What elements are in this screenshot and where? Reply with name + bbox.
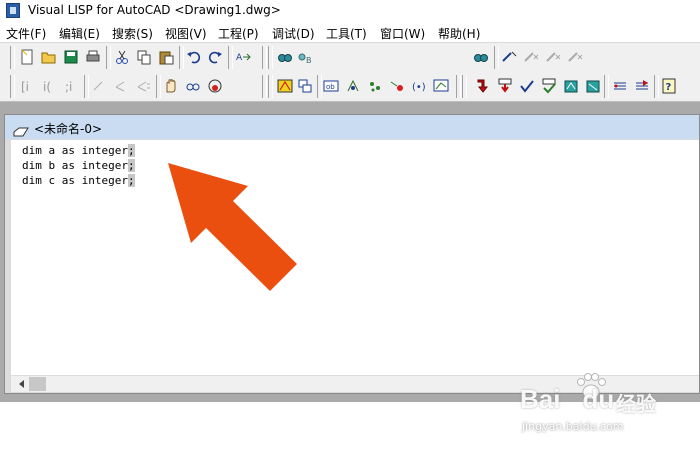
- new-file-icon[interactable]: [18, 48, 36, 66]
- trace-icon[interactable]: [344, 77, 362, 95]
- svg-text:(•): (•): [412, 82, 426, 93]
- app-icon: [6, 3, 20, 18]
- watermark-url: jingyan.baidu.com: [522, 420, 624, 433]
- window-list-icon-2[interactable]: [633, 77, 651, 95]
- apropos-icon[interactable]: [388, 77, 406, 95]
- clear-bookmarks-icon[interactable]: [567, 48, 585, 66]
- load-selection-icon[interactable]: [184, 77, 202, 95]
- toolbar-separator: [262, 75, 267, 98]
- window-title: Visual LISP for AutoCAD <Drawing1.dwg>: [28, 3, 281, 17]
- menu-help[interactable]: 帮助(H): [438, 25, 480, 42]
- toolbar-separator: [84, 75, 89, 98]
- toggle-breakpoint-icon[interactable]: [611, 77, 629, 95]
- window-list-icon[interactable]: [296, 77, 314, 95]
- menu-file[interactable]: 文件(F): [6, 25, 46, 42]
- find-icon[interactable]: [276, 48, 294, 66]
- menu-debug[interactable]: 调试(D): [272, 25, 315, 42]
- svg-text:[i: [i: [21, 80, 29, 94]
- format-window-icon[interactable]: [i: [18, 77, 36, 95]
- continue-icon[interactable]: [540, 77, 558, 95]
- format-selection-icon[interactable]: i(: [40, 77, 58, 95]
- code-line[interactable]: dim a as integer;: [22, 143, 135, 158]
- complete-word-icon[interactable]: A: [234, 48, 252, 66]
- toolbar-row-1: A B car: [0, 43, 700, 109]
- previous-bookmark-icon[interactable]: [545, 48, 563, 66]
- last-evaluation-icon[interactable]: [432, 77, 450, 95]
- mdi-client-area: <未命名-0> dim a as integer; dim b as integ…: [0, 102, 700, 402]
- toolbar-row-2: [i i( ;i ob (•) ?: [0, 72, 700, 102]
- copy-icon[interactable]: [135, 48, 153, 66]
- baidu-jingyan-watermark: Bai du 经验 jingyan.baidu.com: [520, 372, 690, 442]
- toggle-bookmark-icon[interactable]: [501, 48, 519, 66]
- undo-icon[interactable]: [185, 48, 203, 66]
- svg-text:?: ?: [666, 82, 672, 93]
- save-icon[interactable]: [62, 48, 80, 66]
- activate-autocad-icon[interactable]: [276, 77, 294, 95]
- menu-edit[interactable]: 编辑(E): [59, 25, 100, 42]
- replace-icon[interactable]: B: [297, 48, 315, 66]
- toolbar-separator: [604, 75, 609, 98]
- menu-tools[interactable]: 工具(T): [326, 25, 367, 42]
- menu-project[interactable]: 工程(P): [218, 25, 259, 42]
- title-bar: Visual LISP for AutoCAD <Drawing1.dwg>: [0, 0, 700, 22]
- toolbar-separator: [10, 46, 15, 69]
- paste-icon[interactable]: [157, 48, 175, 66]
- find-toolbar-icon[interactable]: [472, 48, 490, 66]
- toolbar-separator: [654, 75, 659, 98]
- toolbar-separator: [456, 75, 461, 98]
- watermark-chinese: 经验: [616, 392, 656, 416]
- inspect-icon[interactable]: ob: [322, 77, 340, 95]
- toolbar-separator: [106, 46, 111, 69]
- toolbar-separator: [10, 75, 15, 98]
- check-text-icon[interactable]: [206, 77, 224, 95]
- unindent-icon[interactable]: [112, 77, 130, 95]
- code-line[interactable]: dim b as integer;: [22, 158, 135, 173]
- indent-icon[interactable]: [90, 77, 108, 95]
- editor-title: <未命名-0>: [34, 122, 103, 136]
- svg-text:i(: i(: [43, 80, 51, 94]
- uncomment-icon[interactable]: [134, 77, 152, 95]
- quit-icon[interactable]: [562, 77, 580, 95]
- toolbar-separator: [268, 75, 273, 98]
- print-icon[interactable]: [84, 48, 102, 66]
- menu-bar: 文件(F) 编辑(E) 搜索(S) 视图(V) 工程(P) 调试(D) 工具(T…: [0, 22, 700, 43]
- step-into-icon[interactable]: [474, 77, 492, 95]
- toolbar-separator: [179, 46, 184, 69]
- step-over-icon[interactable]: [496, 77, 514, 95]
- toolbar-separator: [156, 75, 161, 98]
- watermark-brand: Bai du: [520, 384, 615, 414]
- scrollbar-thumb[interactable]: [29, 377, 46, 391]
- svg-text:;i: ;i: [65, 80, 72, 94]
- code-editor[interactable]: dim a as integer; dim b as integer; dim …: [11, 140, 699, 375]
- help-icon[interactable]: ?: [660, 77, 678, 95]
- svg-text:B: B: [306, 56, 312, 65]
- toolbar-separator: [494, 46, 499, 69]
- editor-titlebar[interactable]: <未命名-0>: [5, 115, 699, 139]
- cut-icon[interactable]: [113, 48, 131, 66]
- menu-window[interactable]: 窗口(W): [380, 25, 425, 42]
- redo-icon[interactable]: [206, 48, 224, 66]
- load-active-window-icon[interactable]: [162, 77, 180, 95]
- scroll-left-icon[interactable]: [13, 376, 29, 392]
- step-out-icon[interactable]: [518, 77, 536, 95]
- open-file-icon[interactable]: [40, 48, 58, 66]
- comment-block-icon[interactable]: ;i: [62, 77, 80, 95]
- svg-text:ob: ob: [326, 83, 335, 91]
- code-line[interactable]: dim c as integer;: [22, 173, 135, 188]
- toolbar-separator: [462, 75, 467, 98]
- menu-search[interactable]: 搜索(S): [112, 25, 153, 42]
- reset-icon[interactable]: [584, 77, 602, 95]
- editor-window[interactable]: <未命名-0> dim a as integer; dim b as integ…: [4, 114, 700, 394]
- svg-text:A: A: [236, 53, 243, 63]
- menu-view[interactable]: 视图(V): [165, 25, 207, 42]
- toolbar-separator: [268, 46, 273, 69]
- watch-window-icon[interactable]: (•): [410, 77, 428, 95]
- symbol-service-icon[interactable]: [366, 77, 384, 95]
- document-icon: [13, 122, 29, 141]
- toolbar-separator: [262, 46, 267, 69]
- toolbar-separator: [228, 46, 233, 69]
- next-bookmark-icon[interactable]: [523, 48, 541, 66]
